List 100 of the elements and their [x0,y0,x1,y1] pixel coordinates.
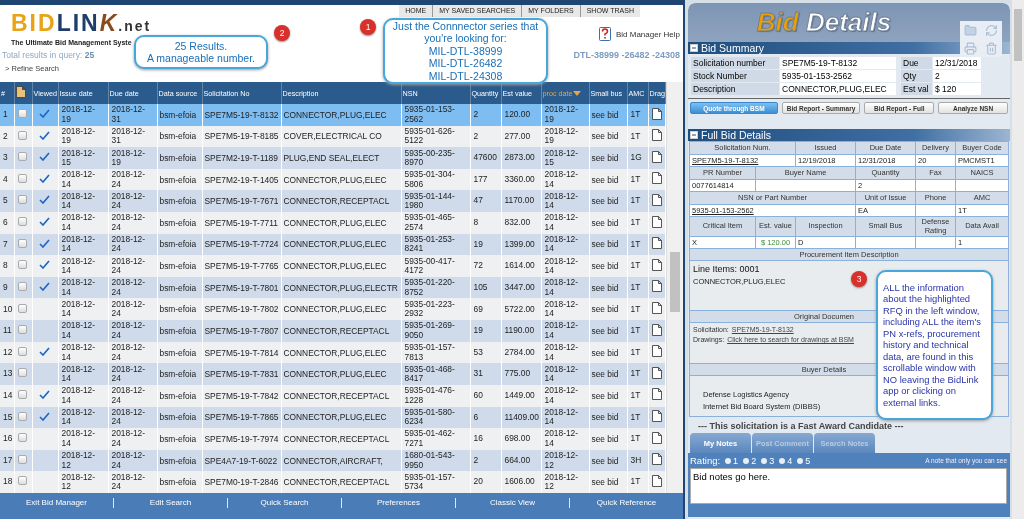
row-checkbox[interactable] [17,173,27,183]
table-cell: 2018-12-24 [108,363,157,385]
field-value: 5935-01-153-2562 [780,70,896,82]
refresh-icon[interactable] [985,23,998,37]
table-cell: 2018-12-19 [541,104,589,126]
table-cell: bsm-efoia [157,255,202,277]
help-icon[interactable] [598,27,611,41]
step-badge: 1 [360,19,376,35]
footer-link[interactable]: Quick Search [227,498,341,508]
document-icon [651,474,662,487]
table-cell: 2018-12-14 [541,363,589,385]
check-icon [38,389,50,399]
row-checkbox[interactable] [17,238,27,248]
logo: BIDLINK.net [11,11,152,38]
footer-link[interactable]: Classic View [455,498,569,508]
field-value: CONNECTOR,PLUG,ELEC [780,83,896,95]
row-checkbox[interactable] [17,346,27,356]
callout-text: Just the Connnector series that you're looking for: [391,19,540,45]
row-checkbox[interactable] [17,130,27,140]
field-label: Est val [901,83,932,95]
table-cell: 1T [627,428,648,450]
table-cell: 16 [0,428,14,450]
check-icon [38,173,50,183]
document-icon [651,194,662,206]
collapse-icon[interactable] [690,44,698,52]
table-cell: CONNECTOR,PLUG,ELEC [281,255,401,277]
scrollbar[interactable] [1012,0,1024,519]
callout-text: A manageable number. [146,52,256,65]
table-cell: 2018-12-24 [108,428,157,450]
table-cell: 5935-01-462-7271 [401,428,470,450]
document-icon [651,172,662,185]
document-icon [651,345,662,358]
table-cell: bsm-efoia [157,212,202,234]
table-cell: 5935-01-269-9050 [401,320,470,342]
table-cell: bsm-efoia [157,104,202,126]
row-checkbox[interactable] [17,389,27,399]
table-cell: 775.00 [501,363,541,385]
table-cell: 832.00 [501,212,541,234]
callout-text: MIL-DTL-26482 [427,57,504,70]
rating-option[interactable]: 4 [779,455,793,466]
row-checkbox[interactable] [17,368,27,378]
row-checkbox[interactable] [17,454,27,464]
collapse-icon[interactable] [690,131,698,139]
folder-icon[interactable] [964,23,977,37]
table-cell: bsm-efoia [157,320,202,342]
table-cell: SPE7M5-19-T-7711 [202,212,281,234]
table-cell: 2018-12-19 [58,104,108,126]
check-icon [38,217,50,227]
row-checkbox[interactable] [17,476,27,486]
table-cell: 13 [0,363,14,385]
field-label: Description [691,83,779,95]
table-cell: 2018-12-14 [58,212,108,234]
table-cell: 19 [470,320,501,342]
row-checkbox[interactable] [17,411,27,421]
table-cell: 2018-12-14 [58,384,108,407]
row-checkbox[interactable] [17,109,27,119]
rating-option[interactable]: 2 [743,455,757,466]
rating-option[interactable]: 3 [761,455,775,466]
table-cell: 5935-01-465-2574 [401,212,470,234]
table-cell: see bid [589,255,627,277]
check-icon [38,346,50,356]
row-checkbox[interactable] [17,152,27,162]
notes-field[interactable]: Bid notes go here. [690,468,1007,504]
rating-option[interactable]: 5 [797,455,811,466]
row-checkbox[interactable] [17,433,27,443]
field-label: Qty [901,70,932,82]
row-checkbox[interactable] [17,195,27,205]
table-cell: 5935-00-235-8970 [401,147,470,169]
table-cell: see bid [589,104,627,126]
footer-link[interactable]: Preferences [341,498,455,508]
table-cell: 2018-12-14 [58,363,108,385]
table-cell: see bid [589,320,627,342]
document-icon [651,388,662,401]
row-checkbox[interactable] [17,281,27,291]
sort-arrow-icon[interactable] [573,90,582,96]
row-checkbox[interactable] [17,217,27,227]
document-icon [651,258,662,271]
footer-link[interactable]: Exit Bid Manager [0,498,113,508]
rating-option[interactable]: 1 [725,455,739,466]
table-cell: CONNECTOR,PLUG,ELEC [281,363,401,385]
trash-icon[interactable] [985,41,998,55]
help-link[interactable]: Bid Manager Help [615,29,680,39]
row-checkbox[interactable] [17,260,27,270]
printer-icon[interactable] [964,41,977,55]
field-value: 2 [933,70,981,82]
table-cell: 2018-12-14 [541,212,589,234]
footer-link[interactable]: Edit Search [113,498,227,508]
table-cell: 5935-01-476-1228 [401,384,470,407]
table-cell: 47600 [470,147,501,169]
table-cell: see bid [589,384,627,407]
document-icon [651,366,662,379]
callout-text: MIL-DTL-38999 [427,44,504,58]
table-cell: 2018-12-14 [541,384,589,407]
row-checkbox[interactable] [17,325,27,335]
row-checkbox[interactable] [17,303,27,313]
panel-title: Bid Details [756,7,892,38]
table-cell: CONNECTOR,RECEPTACL [281,428,401,450]
check-icon [38,411,50,421]
results-count: Total results in query: 25 [2,50,95,60]
table-cell: CONNECTOR,RECEPTACL [281,320,401,342]
